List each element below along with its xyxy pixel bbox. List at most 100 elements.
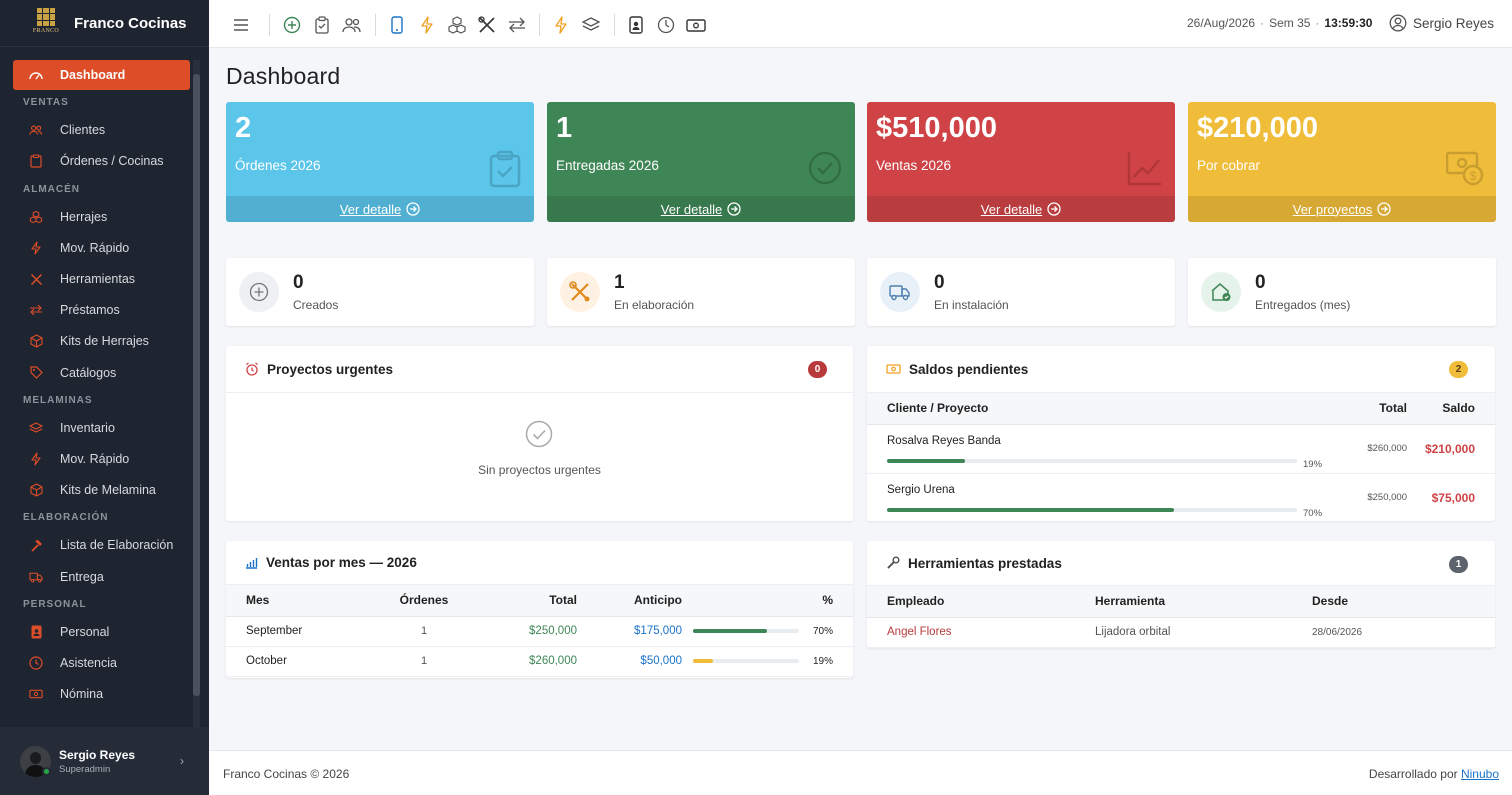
sidebar-item-dashboard[interactable]: Dashboard	[13, 60, 190, 90]
stat-value: $210,000	[1197, 112, 1318, 144]
tools-icon[interactable]	[477, 15, 497, 35]
topbar: 26/Aug/2026 · Sem 35 · 13:59:30 Sergio Reyes	[209, 0, 1512, 48]
mini-stat-value: 0	[934, 272, 945, 293]
stat-detail-link[interactable]: Ver detalle	[867, 196, 1175, 222]
mobile-icon[interactable]	[387, 15, 407, 35]
arrow-circle-right-icon	[406, 202, 420, 216]
sidebar-item-kits-de-herrajes[interactable]: Kits de Herrajes	[13, 326, 190, 356]
footer-copyright: Franco Cocinas © 2026	[223, 767, 350, 781]
toolbar-divider	[375, 14, 376, 36]
menu-toggle-icon[interactable]	[231, 15, 251, 35]
monthly-sales-table: Mes Órdenes Total Anticipo % September 1…	[226, 585, 853, 677]
card-header: Saldos pendientes	[867, 346, 1495, 393]
clock-icon	[29, 656, 43, 670]
footer-credit-text: Desarrollado por	[1368, 767, 1458, 781]
sidebar-item-label: Préstamos	[60, 303, 120, 318]
card-header: Ventas por mes — 2026	[226, 541, 853, 585]
card-header: Proyectos urgentes	[226, 346, 853, 393]
id-badge-icon	[29, 625, 43, 639]
sidebar-item-prestamos[interactable]: Préstamos	[13, 295, 190, 325]
sidebar-item-label: Lista de Elaboración	[60, 538, 174, 553]
stat-detail-link[interactable]: Ver detalle	[226, 196, 534, 222]
card-title: Saldos pendientes	[909, 361, 1029, 377]
since-cell: 28/06/2026	[1312, 617, 1495, 648]
id-badge-icon[interactable]	[626, 15, 646, 35]
sidebar-item-label: Kits de Herrajes	[60, 334, 149, 349]
sidebar-section-label: PERSONAL	[23, 598, 87, 610]
pending-balances-card: Saldos pendientes 2 Cliente / Proyecto T…	[867, 346, 1495, 521]
sidebar-user-role: Superadmin	[59, 763, 111, 775]
topbar-user-menu[interactable]: Sergio Reyes	[1389, 14, 1494, 32]
main-content: Dashboard 2 Órdenes 2026 Ver detalle 1 E…	[209, 48, 1512, 750]
layers-icon	[29, 421, 43, 435]
sidebar-item-ordenes-cocinas[interactable]: Órdenes / Cocinas	[13, 146, 190, 176]
sidebar-item-label: Mov. Rápido	[60, 240, 130, 255]
bolt-icon	[29, 241, 43, 255]
arrow-circle-right-icon	[1377, 202, 1391, 216]
loaned-tools-card: Herramientas prestadas 1 Empleado Herram…	[867, 541, 1495, 648]
boxes-icon[interactable]	[447, 15, 467, 35]
clipboard-check-icon[interactable]	[312, 15, 332, 35]
stat-card-orders: 2 Órdenes 2026 Ver detalle	[226, 102, 534, 222]
bolt-icon[interactable]	[551, 15, 571, 35]
brand[interactable]: FRANCO Franco Cocinas	[0, 0, 209, 47]
column-header: Cliente / Proyecto	[867, 393, 1323, 425]
sidebar-item-catalogos[interactable]: Catálogos	[13, 358, 190, 388]
column-header: Total	[1322, 393, 1407, 425]
sidebar-item-herrajes[interactable]: Herrajes	[13, 202, 190, 232]
table-row[interactable]: Sergio Urena 70% $250,000 $75,000	[867, 473, 1495, 521]
sidebar-scrollbar[interactable]	[193, 60, 200, 727]
loaned-tools-table: Empleado Herramienta Desde Angel Flores …	[867, 586, 1495, 648]
sidebar-user[interactable]: Sergio Reyes Superadmin ›	[0, 727, 209, 795]
table-row[interactable]: October 1 $260,000 $50,000 19%	[226, 646, 853, 677]
box-icon	[29, 483, 43, 497]
bolt-icon[interactable]	[417, 15, 437, 35]
sidebar-item-herramientas[interactable]: Herramientas	[13, 264, 190, 294]
clients-icon[interactable]	[342, 15, 362, 35]
exchange-icon[interactable]	[507, 15, 527, 35]
sidebar-item-personal[interactable]: Personal	[13, 617, 190, 647]
row-balance: $75,000	[1406, 473, 1495, 521]
table-row[interactable]: Angel Flores Lijadora orbital 28/06/2026	[867, 617, 1495, 648]
sidebar-item-asistencia[interactable]: Asistencia	[13, 648, 190, 678]
sidebar-scrollbar-thumb[interactable]	[193, 74, 200, 696]
sidebar-item-mov-rapido[interactable]: Mov. Rápido	[13, 444, 190, 474]
sidebar-item-entrega[interactable]: Entrega	[13, 562, 190, 592]
table-row[interactable]: September 1 $250,000 $175,000 70%	[226, 616, 853, 647]
mini-stat-value: 0	[293, 272, 304, 293]
urgent-empty-text: Sin proyectos urgentes	[478, 463, 601, 477]
house-check-icon	[1201, 272, 1241, 312]
sidebar-item-mov-rapido[interactable]: Mov. Rápido	[13, 233, 190, 263]
monthly-sales-card: Ventas por mes — 2026 Mes Órdenes Total …	[226, 541, 853, 678]
ninubo-link[interactable]: Ninubo	[1461, 767, 1499, 781]
check-circle-icon	[807, 150, 843, 186]
stat-value: 1	[556, 112, 573, 144]
new-order-icon[interactable]	[282, 15, 302, 35]
boxes-icon	[29, 210, 43, 224]
money-icon[interactable]	[686, 15, 706, 35]
chevron-right-icon[interactable]: ›	[180, 754, 184, 768]
sidebar-item-inventario[interactable]: Inventario	[13, 413, 190, 443]
mini-stat-installing: 0 En instalación	[867, 258, 1175, 326]
stat-projects-link[interactable]: Ver proyectos	[1188, 196, 1496, 222]
clock-icon[interactable]	[656, 15, 676, 35]
sidebar-item-kits-de-melamina[interactable]: Kits de Melamina	[13, 475, 190, 505]
truck-icon	[29, 570, 43, 584]
sidebar-item-nomina[interactable]: Nómina	[13, 679, 190, 709]
sidebar-section-label: VENTAS	[23, 97, 69, 109]
orders-cell: 1	[376, 616, 472, 647]
footer: Franco Cocinas © 2026 Desarrollado por N…	[209, 750, 1512, 795]
sidebar-item-clientes[interactable]: Clientes	[13, 115, 190, 145]
sidebar-item-label: Catálogos	[60, 365, 117, 380]
sidebar-item-label: Kits de Melamina	[60, 483, 156, 498]
employee-cell[interactable]: Angel Flores	[867, 617, 1095, 648]
arrow-circle-right-icon	[1047, 202, 1061, 216]
sidebar-section-label: ALMACÉN	[23, 183, 80, 195]
stat-detail-link[interactable]: Ver detalle	[547, 196, 855, 222]
toolbar-divider	[539, 14, 540, 36]
payment-progress-bar	[887, 508, 1297, 512]
table-row[interactable]: Rosalva Reyes Banda 19% $260,000 $210,00…	[867, 424, 1495, 474]
sidebar-item-lista-de-elaboracion[interactable]: Lista de Elaboración	[13, 530, 190, 560]
sidebar-item-label: Órdenes / Cocinas	[60, 154, 164, 169]
layers-icon[interactable]	[581, 15, 601, 35]
